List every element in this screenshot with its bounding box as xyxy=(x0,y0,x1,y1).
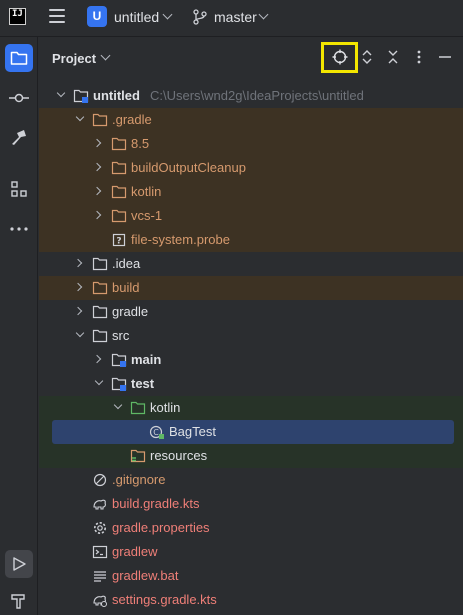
module-folder-icon xyxy=(73,89,89,103)
tree-row-build[interactable]: build xyxy=(39,276,463,300)
kebab-icon xyxy=(417,50,421,64)
tree-row-src[interactable]: src xyxy=(39,324,463,348)
collapse-icon xyxy=(388,50,398,64)
tool-window-stripe xyxy=(0,37,38,615)
tree-row-vcs-1[interactable]: vcs-1 xyxy=(39,204,463,228)
folder-icon xyxy=(92,305,108,319)
svg-text:?: ? xyxy=(116,237,121,247)
project-name[interactable]: untitled xyxy=(114,9,159,25)
tree-row-gradle-dir[interactable]: .gradle xyxy=(39,108,463,132)
collapse-all-button[interactable] xyxy=(383,47,403,67)
build-icon xyxy=(11,594,25,609)
tree-row-gitignore[interactable]: .gitignore xyxy=(39,468,463,492)
tree-row-bagtest[interactable]: C BagTest xyxy=(39,420,463,444)
tree-row-build-gradle-kts[interactable]: build.gradle.kts xyxy=(39,492,463,516)
tree-row-gradle[interactable]: gradle xyxy=(39,300,463,324)
options-button[interactable] xyxy=(409,47,429,67)
more-tools-button[interactable] xyxy=(5,215,33,243)
ignore-file-icon xyxy=(93,473,107,487)
tree-row-main[interactable]: main xyxy=(39,348,463,372)
project-badge[interactable]: U xyxy=(87,6,107,27)
build-hammer-icon xyxy=(12,130,26,145)
expand-all-button[interactable] xyxy=(357,47,377,67)
branch-icon[interactable] xyxy=(193,9,207,25)
tree-row-gradlew[interactable]: gradlew xyxy=(39,540,463,564)
hide-panel-button[interactable] xyxy=(435,47,455,67)
tree-row-buildoutputcleanup[interactable]: buildOutputCleanup xyxy=(39,156,463,180)
tree-row-file-system-probe[interactable]: ? file-system.probe xyxy=(39,228,463,252)
module-folder-icon xyxy=(111,353,127,367)
panel-title[interactable]: Project xyxy=(52,51,96,66)
project-panel: Project untitled C:\Users\wnd2g\IdeaProj… xyxy=(39,37,463,615)
chevron-down-icon[interactable] xyxy=(100,50,111,61)
excluded-folder-icon xyxy=(92,113,108,127)
selection-highlight xyxy=(52,420,454,444)
main-menu-icon[interactable] xyxy=(49,9,65,23)
tree-row-root[interactable]: untitled C:\Users\wnd2g\IdeaProjects\unt… xyxy=(39,84,463,108)
structure-tool-button[interactable] xyxy=(5,175,33,203)
commit-tool-button[interactable] xyxy=(5,84,33,112)
test-class-icon: C xyxy=(149,425,164,439)
build-tool-button-bottom[interactable] xyxy=(5,587,33,615)
chevron-down-icon[interactable] xyxy=(162,9,173,20)
chevron-down-icon[interactable] xyxy=(258,9,269,20)
excluded-folder-icon xyxy=(111,185,127,199)
build-tool-button[interactable] xyxy=(5,123,33,151)
gradle-settings-file-icon xyxy=(93,595,107,607)
svg-text:C: C xyxy=(153,428,159,437)
app-logo: IJ xyxy=(9,8,26,25)
gear-icon xyxy=(94,522,106,534)
project-tool-button[interactable] xyxy=(5,44,33,72)
test-resources-folder-icon xyxy=(130,449,146,463)
tree-row-gradlew-bat[interactable]: gradlew.bat xyxy=(39,564,463,588)
excluded-folder-icon xyxy=(111,137,127,151)
text-file-icon xyxy=(94,571,106,582)
title-bar: IJ U untitled master xyxy=(0,0,463,37)
commit-icon xyxy=(9,93,29,103)
tree-row-settings-gradle-kts[interactable]: settings.gradle.kts xyxy=(39,588,463,612)
tree-row-test[interactable]: test xyxy=(39,372,463,396)
branch-name[interactable]: master xyxy=(214,9,257,25)
tree-row-gradle-properties[interactable]: gradle.properties xyxy=(39,516,463,540)
folder-icon xyxy=(92,329,108,343)
excluded-folder-icon xyxy=(111,161,127,175)
unknown-file-icon: ? xyxy=(112,233,126,247)
tree-row-resources[interactable]: resources xyxy=(39,444,463,468)
run-icon xyxy=(13,557,26,571)
expand-icon xyxy=(362,50,372,64)
gradle-file-icon xyxy=(93,499,106,510)
run-tool-button[interactable] xyxy=(5,550,33,578)
tree-row-8-5[interactable]: 8.5 xyxy=(39,132,463,156)
test-folder-icon xyxy=(130,401,146,415)
excluded-folder-icon xyxy=(92,281,108,295)
structure-icon xyxy=(11,181,27,197)
excluded-folder-icon xyxy=(111,209,127,223)
more-icon xyxy=(10,227,28,231)
module-folder-icon xyxy=(111,377,127,391)
minimize-icon xyxy=(439,56,451,58)
crosshair-icon xyxy=(332,49,348,65)
tree-row-kotlin-cache[interactable]: kotlin xyxy=(39,180,463,204)
locate-file-button[interactable] xyxy=(330,47,350,67)
tree-row-kotlin-test[interactable]: kotlin xyxy=(39,396,463,420)
folder-icon xyxy=(92,257,108,271)
terminal-file-icon xyxy=(92,545,108,559)
tree-row-idea[interactable]: .idea xyxy=(39,252,463,276)
folder-icon xyxy=(10,51,28,65)
